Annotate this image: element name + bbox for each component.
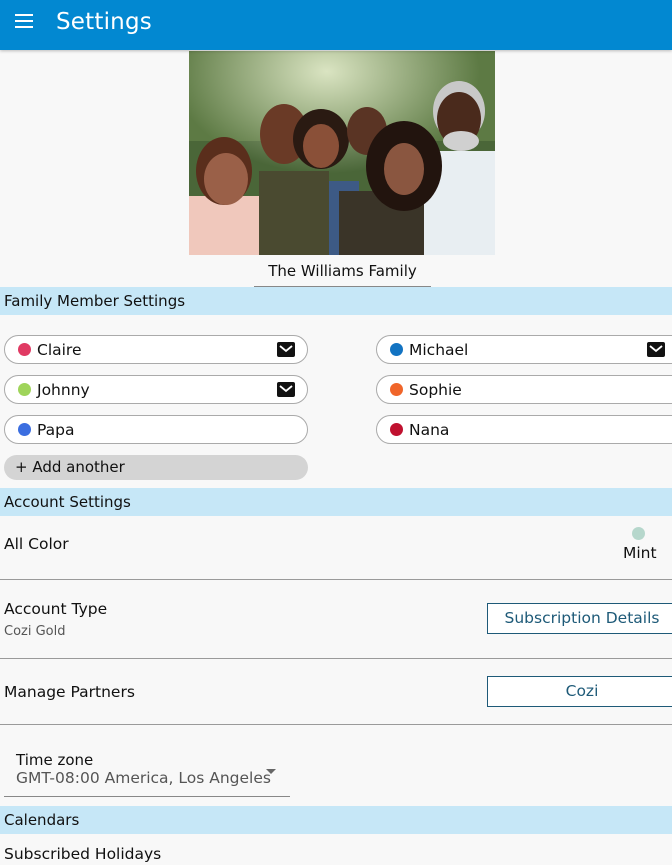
timezone-label: Time zone: [16, 751, 94, 769]
member-name: Johnny: [37, 380, 90, 399]
all-color-swatch[interactable]: [632, 527, 645, 540]
hamburger-menu-icon[interactable]: [15, 14, 33, 28]
member-nana[interactable]: Nana: [376, 415, 672, 444]
member-color-dot: [390, 383, 403, 396]
member-name: Michael: [409, 340, 469, 359]
app-bar: Settings: [0, 0, 672, 50]
divider: [0, 724, 672, 725]
member-johnny[interactable]: Johnny: [4, 375, 308, 404]
calendars-header: Calendars: [0, 806, 672, 834]
email-icon[interactable]: [647, 342, 665, 357]
timezone-select[interactable]: Time zone GMT-08:00 America, Los Angeles: [4, 748, 290, 797]
member-claire[interactable]: Claire: [4, 335, 308, 364]
member-sophie[interactable]: Sophie: [376, 375, 672, 404]
all-color-value[interactable]: Mint: [623, 544, 657, 562]
page-title: Settings: [56, 9, 152, 35]
divider: [0, 658, 672, 659]
account-settings-header: Account Settings: [0, 488, 672, 516]
email-icon[interactable]: [277, 382, 295, 397]
family-name-field[interactable]: The Williams Family: [254, 258, 431, 287]
member-color-dot: [390, 423, 403, 436]
manage-partners-label: Manage Partners: [4, 683, 135, 701]
all-color-label: All Color: [4, 535, 69, 553]
subscribed-holidays-label[interactable]: Subscribed Holidays: [4, 845, 161, 863]
member-name: Claire: [37, 340, 82, 359]
divider: [0, 579, 672, 580]
add-another-button[interactable]: + Add another: [4, 455, 308, 480]
family-photo-image: [189, 51, 495, 255]
member-name: Papa: [37, 420, 75, 439]
dropdown-caret-icon: [266, 769, 276, 774]
partners-cozi-button[interactable]: Cozi: [487, 676, 672, 707]
family-photo[interactable]: [189, 51, 495, 255]
member-color-dot: [18, 343, 31, 356]
subscription-details-button[interactable]: Subscription Details: [487, 603, 672, 634]
member-papa[interactable]: Papa: [4, 415, 308, 444]
timezone-value: GMT-08:00 America, Los Angeles: [16, 769, 271, 787]
member-name: Sophie: [409, 380, 462, 399]
member-color-dot: [18, 383, 31, 396]
member-name: Nana: [409, 420, 450, 439]
account-type-label: Account Type: [4, 600, 108, 618]
member-michael[interactable]: Michael: [376, 335, 672, 364]
account-type-value: Cozi Gold: [4, 624, 66, 639]
member-color-dot: [390, 343, 403, 356]
member-color-dot: [18, 423, 31, 436]
email-icon[interactable]: [277, 342, 295, 357]
family-member-settings-header: Family Member Settings: [0, 287, 672, 315]
